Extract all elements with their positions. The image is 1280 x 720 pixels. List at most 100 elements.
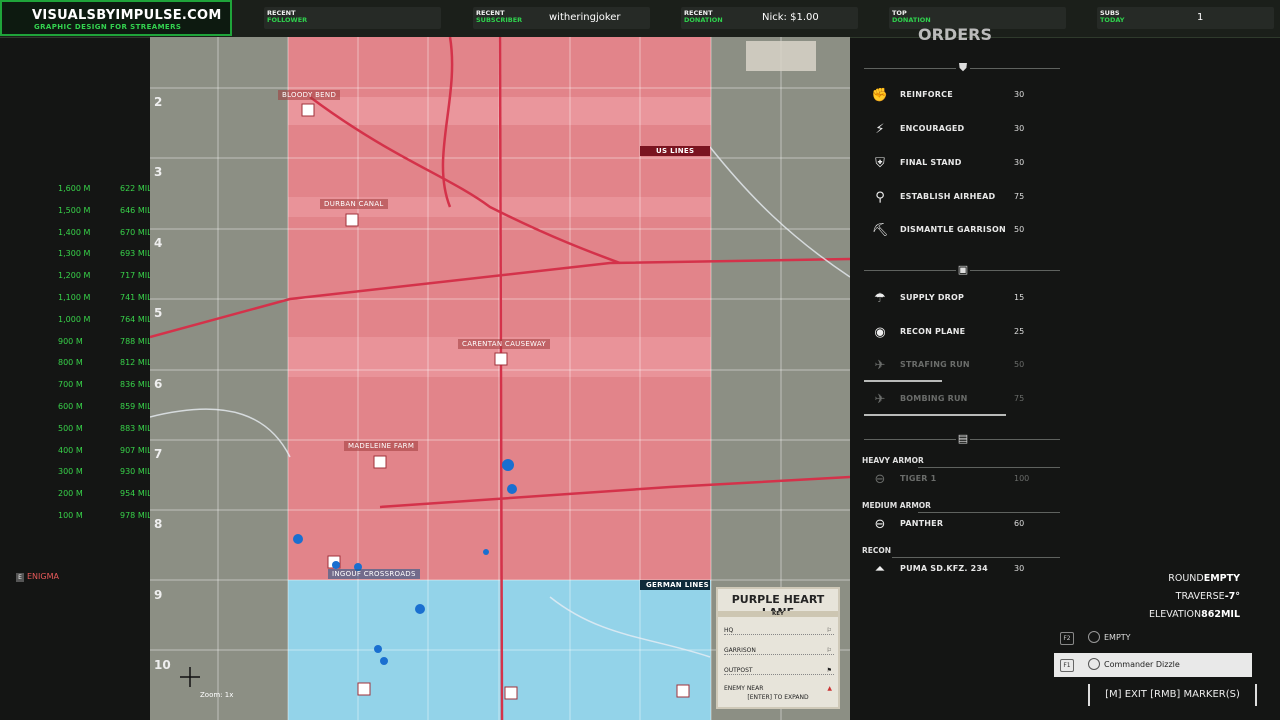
slot-label-sub: SUBSCRIBER [476, 15, 523, 24]
recon-plane-icon: ◉ [874, 325, 886, 340]
order-final-stand[interactable]: ⛨ FINAL STAND 30 [864, 152, 1064, 176]
order-cost: 100 [1014, 474, 1030, 483]
order-name: PUMA SD.KFZ. 234 [900, 564, 988, 573]
recent-donation-slot: RECENT DONATION Nick: $1.00 [681, 7, 858, 29]
order-establish-airhead[interactable]: ⚲ ESTABLISH AIRHEAD 75 [864, 186, 1064, 210]
squad-badge-icon: E [16, 573, 24, 582]
order-strafing-run[interactable]: ✈ STRAFING RUN 50 [864, 354, 1064, 378]
order-name: BOMBING RUN [900, 394, 968, 403]
tank-icon: ⊖ [874, 472, 886, 487]
key-heading: KEY [718, 611, 838, 617]
commander-slot-empty[interactable]: F2 EMPTY [1054, 626, 1252, 650]
parachute-icon: ⚲ [875, 190, 885, 205]
squad-name: ENIGMA [27, 572, 59, 581]
commander-slot-dizzle[interactable]: F1 Commander Dizzle [1054, 653, 1252, 677]
key-row-outpost: OUTPOST ⚑ [724, 667, 834, 675]
exit-marker-hint[interactable]: [M] EXIT [RMB] MARKER(S) [1088, 684, 1257, 706]
key-row-label: HQ [724, 627, 734, 634]
grid-row-label: 10 [154, 658, 171, 673]
slot-value: witheringjoker [549, 12, 621, 23]
order-tiger-1[interactable]: ⊖ TIGER 1 100 [864, 468, 1064, 492]
map-point-ingouf-crossroads[interactable]: INGOUF CROSSROADS [328, 569, 420, 579]
order-name: DISMANTLE GARRISON [900, 225, 1006, 234]
stat-label: ELEVATION [1148, 609, 1202, 620]
range-distance: 1,300 M [58, 249, 91, 259]
commander-name: EMPTY [1104, 633, 1131, 642]
map-point-bloody-bend[interactable]: BLOODY BEND [278, 90, 341, 100]
bombing-cooldown-bar [864, 414, 1006, 416]
map-point-madeleine-farm[interactable]: MADELEINE FARM [344, 441, 419, 451]
hq-icon: ⚐ [826, 627, 832, 634]
order-cost: 15 [1014, 293, 1025, 302]
hotkey: F1 [1060, 659, 1074, 672]
subs-today-slot: SUBS TODAY 1 [1097, 7, 1274, 29]
zoom-level: Zoom: 1x [200, 691, 234, 699]
order-name: PANTHER [900, 519, 944, 528]
stat-label: ROUND [1168, 573, 1204, 584]
range-distance: 900 M [58, 336, 83, 346]
range-mil: 788 MIL [120, 336, 152, 346]
order-name: RECON PLANE [900, 327, 966, 336]
slot-value: 1 [1197, 12, 1204, 23]
squad-tag: E ENIGMA [16, 572, 59, 582]
radio-icon [1088, 658, 1100, 670]
order-encouraged[interactable]: ⚡ ENCOURAGED 30 [864, 118, 1064, 142]
order-cost: 50 [1014, 225, 1025, 234]
range-mil: 930 MIL [120, 467, 152, 477]
heavy-armor-label: HEAVY ARMOR [862, 456, 924, 465]
recent-subscriber-slot: RECENT SUBSCRIBER witheringjoker [473, 7, 650, 29]
order-dismantle-garrison[interactable]: ⛏ DISMANTLE GARRISON 50 [864, 219, 1064, 243]
order-name: ESTABLISH AIRHEAD [900, 192, 996, 201]
key-row-label: GARRISON [724, 647, 756, 654]
brand-subtitle: GRAPHIC DESIGN FOR STREAMERS [34, 23, 182, 31]
range-distance: 1,400 M [58, 227, 91, 237]
order-name: ENCOURAGED [900, 124, 965, 133]
range-distance: 500 M [58, 423, 83, 433]
order-cost: 60 [1014, 519, 1025, 528]
commander-name: Commander Dizzle [1104, 660, 1180, 669]
range-mil: 812 MIL [120, 358, 152, 368]
recent-follower-slot: RECENT FOLLOWER [264, 7, 441, 29]
grid-row-label: 3 [154, 165, 163, 180]
bolt-icon: ⚡ [875, 122, 885, 137]
strafing-cooldown-bar [864, 380, 942, 382]
order-cost: 30 [1014, 564, 1025, 573]
order-cost: 75 [1014, 394, 1025, 403]
key-row-garrison: GARRISON ⚐ [724, 647, 834, 655]
slot-value: Nick: $1.00 [762, 12, 819, 23]
stat-value: 862MIL [1201, 609, 1240, 620]
range-mil: 978 MIL [120, 511, 152, 520]
order-recon-plane[interactable]: ◉ RECON PLANE 25 [864, 321, 1064, 345]
key-row-hq: HQ ⚐ [724, 627, 834, 635]
radio-icon [1088, 631, 1100, 643]
stat-value: EMPTY [1203, 573, 1240, 584]
map-point-carentan-causeway[interactable]: CARENTAN CAUSEWAY [458, 339, 551, 349]
tank-icon: ▤ [956, 432, 970, 446]
map-key-panel[interactable]: PURPLE HEART LANE KEY HQ⚐ GARRISON⚐ OUTP… [716, 587, 840, 709]
section-divider: ▤ [864, 432, 1060, 446]
elevation-stat: ELEVATION862MIL [1120, 606, 1240, 624]
order-panther[interactable]: ⊖ PANTHER 60 [864, 513, 1064, 537]
range-mil: 907 MIL [120, 445, 152, 455]
order-bombing-run[interactable]: ✈ BOMBING RUN 75 [864, 388, 1064, 412]
round-stat: ROUNDEMPTY [1120, 570, 1240, 588]
order-puma[interactable]: ⏶ PUMA SD.KFZ. 234 30 [864, 558, 1064, 582]
section-divider: ⛊ [864, 61, 1060, 75]
range-mil: 764 MIL [120, 314, 152, 324]
range-distance: 400 M [58, 445, 83, 455]
grid-row-label: 2 [154, 95, 163, 109]
stat-label: TRAVERSE [1175, 591, 1225, 602]
grid-row-label: 4 [154, 235, 163, 250]
grid-row-label: 6 [154, 376, 163, 391]
recon-label: RECON [862, 546, 892, 555]
range-mil: 693 MIL [120, 249, 152, 259]
range-mil: 859 MIL [120, 402, 152, 411]
range-distance: 200 M [58, 489, 83, 499]
order-cost: 30 [1014, 124, 1025, 133]
map-point-durban-canal[interactable]: DURBAN CANAL [320, 199, 388, 209]
order-reinforce[interactable]: ✊ REINFORCE 30 [864, 84, 1064, 108]
order-supply-drop[interactable]: ☂ SUPPLY DROP 15 [864, 287, 1064, 311]
order-cost: 30 [1014, 90, 1025, 99]
key-row-label: ENEMY NEAR [724, 685, 764, 692]
order-cost: 25 [1014, 327, 1025, 336]
